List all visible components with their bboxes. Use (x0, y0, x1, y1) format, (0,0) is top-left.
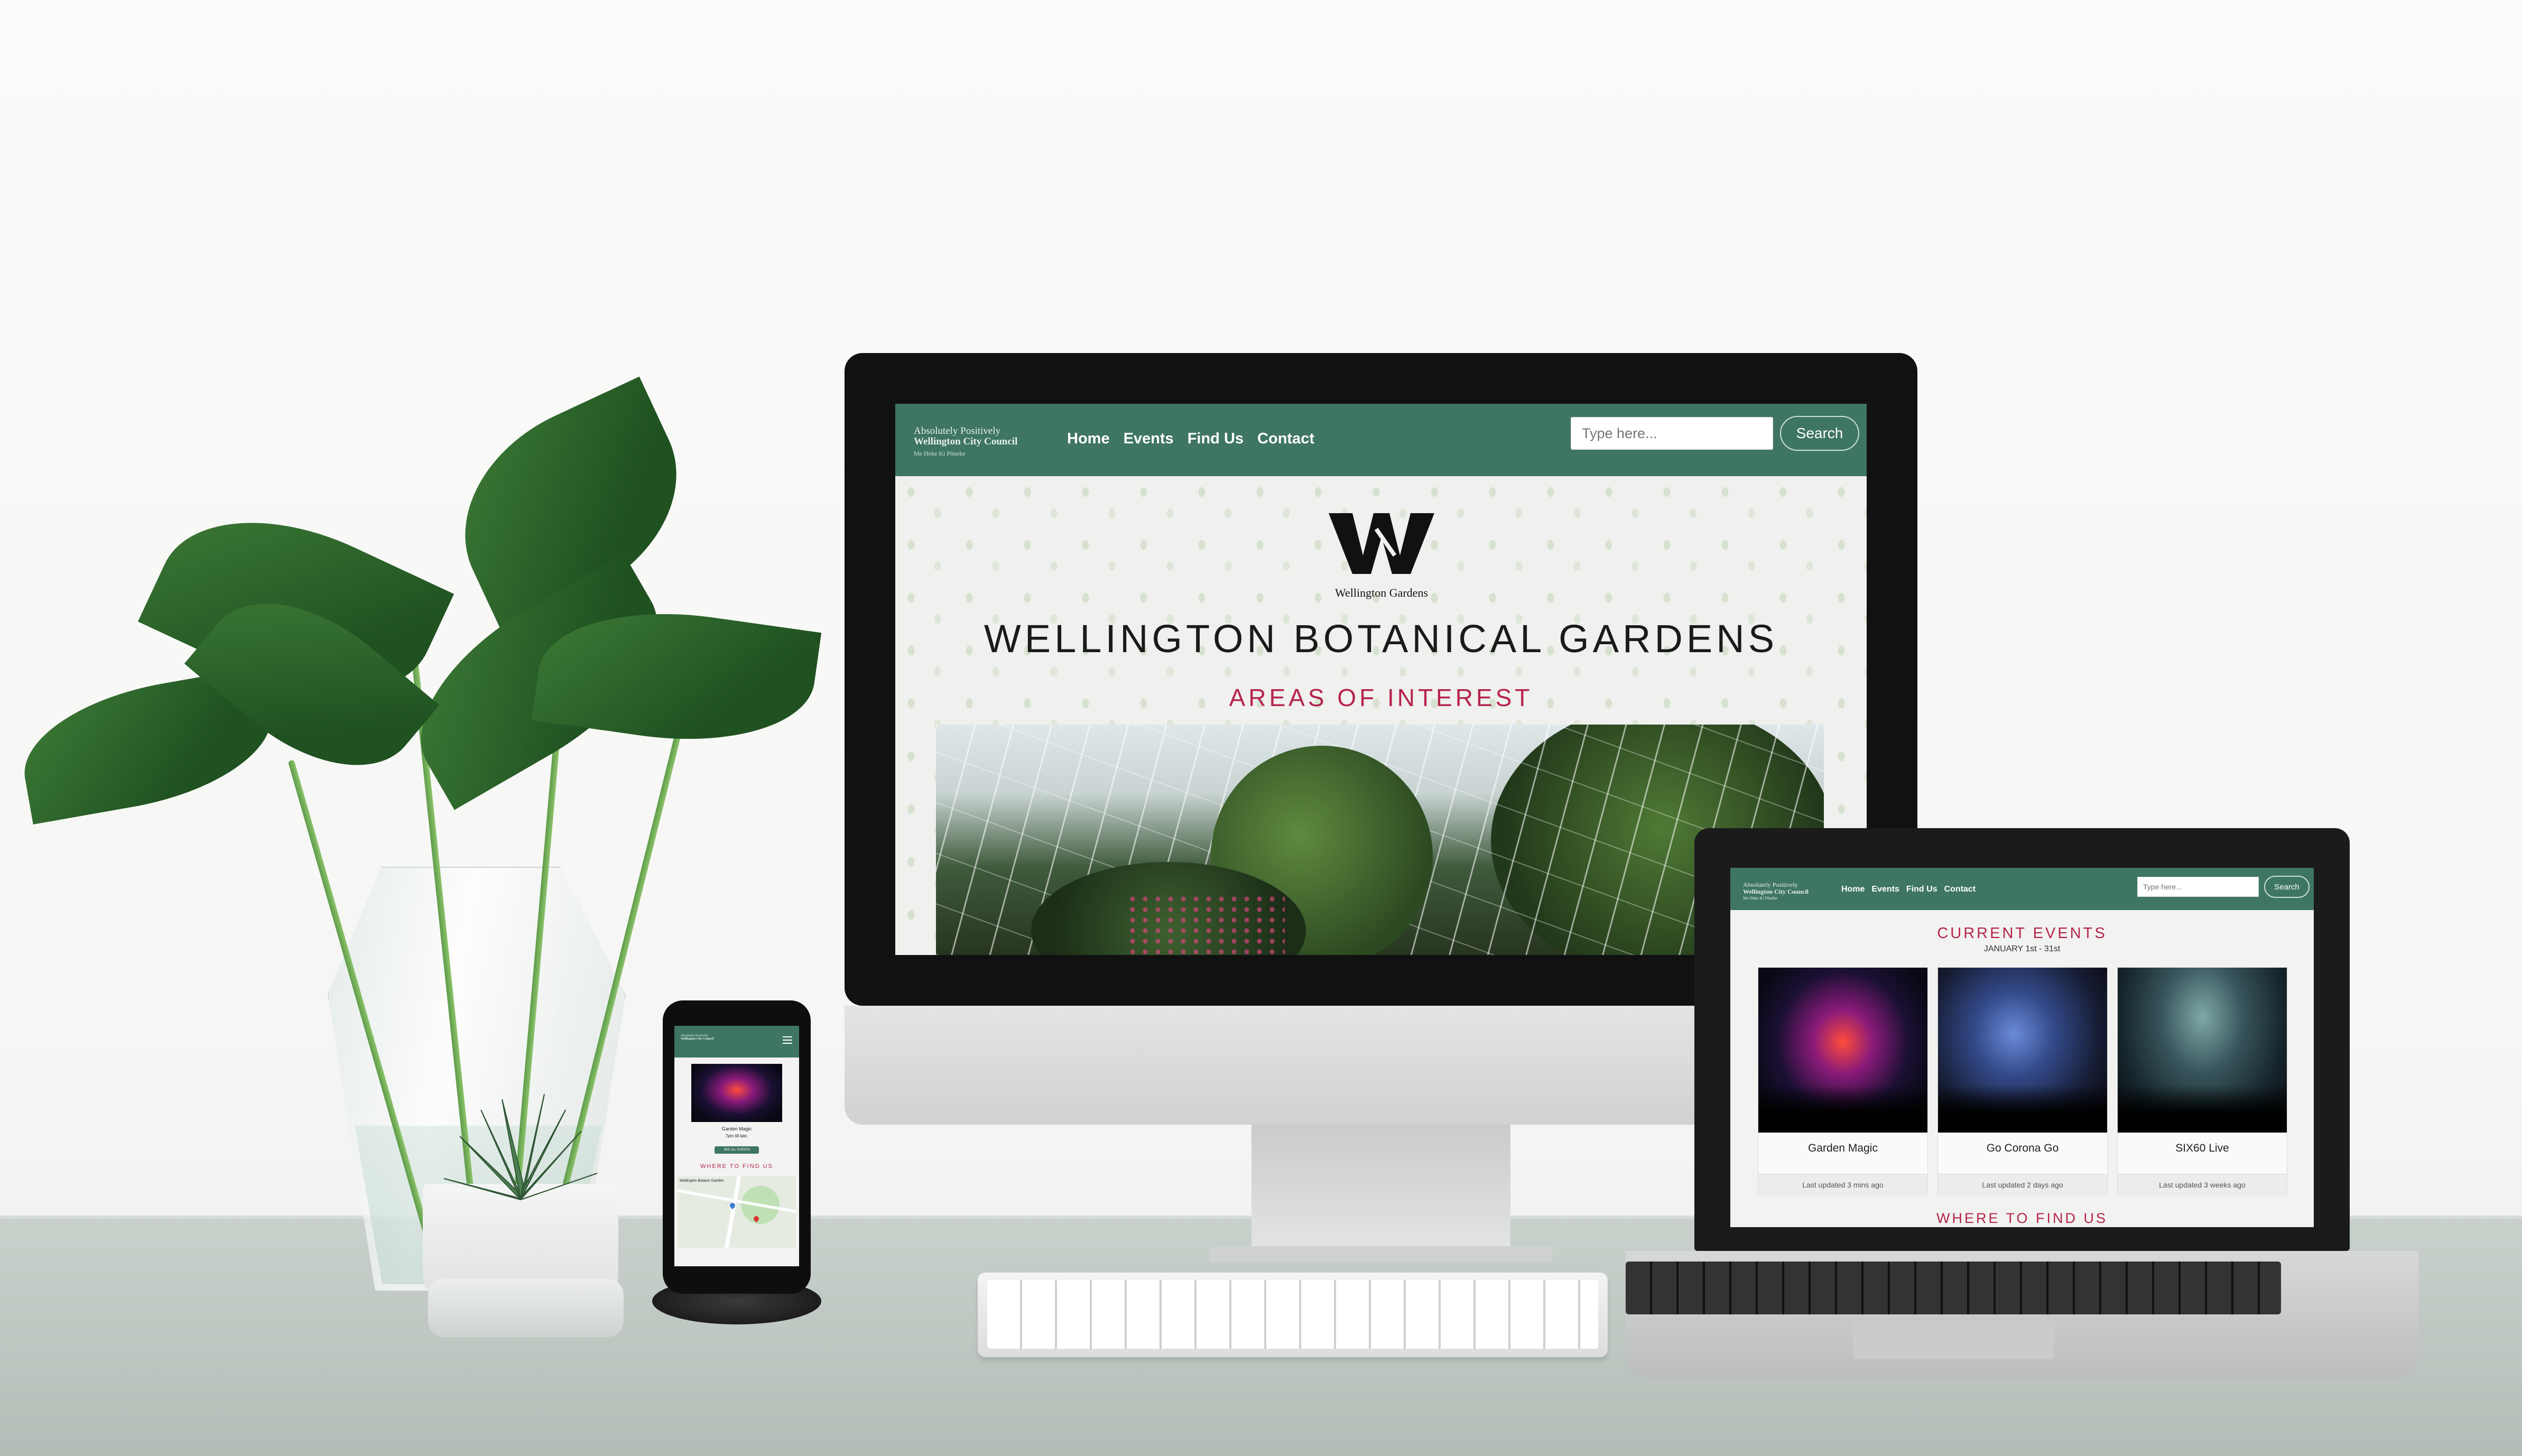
phone-site-header: Absolutely Positively Wellington City Co… (674, 1026, 799, 1058)
search-button[interactable]: Search (1780, 416, 1859, 451)
council-line3: Me Heke Ki Pōneke (914, 449, 966, 457)
nav-find-us[interactable]: Find Us (1906, 885, 1937, 894)
event-name: Garden Magic (1808, 1142, 1878, 1154)
laptop-main-nav: Home Events Find Us Contact (1841, 885, 1976, 894)
event-card[interactable]: Garden Magic Last updated 3 mins ago (1758, 967, 1928, 1195)
event-image (691, 1064, 782, 1122)
nav-contact[interactable]: Contact (1257, 430, 1314, 448)
site-header: Absolutely Positively Wellington City Co… (895, 404, 1867, 476)
laptop-search-input[interactable] (2137, 877, 2259, 897)
see-all-events-button[interactable]: SEE ALL EVENTS (715, 1146, 759, 1154)
event-card[interactable]: SIX60 Live Last updated 3 weeks ago (2117, 967, 2287, 1195)
event-image (1938, 968, 2107, 1133)
main-nav: Home Events Find Us Contact (1067, 430, 1314, 448)
event-time: 7pm till late. (725, 1134, 748, 1138)
event-name: SIX60 Live (2175, 1142, 2229, 1154)
laptop-search-button[interactable]: Search (2264, 876, 2310, 898)
page-title: WELLINGTON BOTANICAL GARDENS (984, 617, 1778, 661)
event-updated: Last updated 3 weeks ago (2118, 1174, 2287, 1195)
laptop-trackpad (1853, 1322, 2054, 1359)
where-heading: WHERE TO FIND US (700, 1163, 773, 1170)
council-line1: Absolutely Positively (914, 425, 1001, 437)
laptop: Absolutely Positively Wellington City Co… (1626, 828, 2469, 1380)
smartphone: Absolutely Positively Wellington City Co… (663, 1000, 811, 1294)
laptop-screen: Absolutely Positively Wellington City Co… (1730, 868, 2314, 1227)
nav-find-us[interactable]: Find Us (1188, 430, 1244, 448)
crowd-silhouette (1758, 1085, 1927, 1133)
current-events-heading: CURRENT EVENTS (1937, 925, 2107, 942)
pot-saucer (428, 1279, 624, 1337)
event-updated: Last updated 3 mins ago (1758, 1174, 1927, 1195)
photo-flowers (1126, 894, 1285, 955)
map-label: Wellington Botanic Garden (680, 1179, 724, 1183)
succulent-plant (443, 1093, 598, 1200)
crowd-silhouette (1938, 1085, 2107, 1133)
laptop-base (1626, 1251, 2418, 1378)
event-name: Garden Magic (721, 1126, 752, 1132)
logo-caption: Wellington Gardens (1334, 586, 1429, 599)
nav-home[interactable]: Home (1841, 885, 1865, 894)
council-logo[interactable]: Absolutely Positively Wellington City Co… (914, 426, 1017, 457)
event-image (1758, 968, 1927, 1133)
council-line2: Wellington City Council (681, 1037, 714, 1041)
council-line2: Wellington City Council (914, 435, 1018, 447)
location-map[interactable] (678, 1176, 796, 1248)
nav-home[interactable]: Home (1067, 430, 1110, 448)
monitor-stand (1251, 1125, 1510, 1246)
event-name: Go Corona Go (1986, 1142, 2059, 1154)
where-heading: WHERE TO FIND US (1936, 1210, 2108, 1226)
council-line2: Wellington City Council (1743, 887, 1809, 895)
monitor-foot (1209, 1246, 1553, 1262)
section-heading: AREAS OF INTEREST (1229, 684, 1533, 711)
laptop-site-header: Absolutely Positively Wellington City Co… (1730, 868, 2314, 910)
search-input[interactable] (1571, 417, 1773, 450)
phone-screen: Absolutely Positively Wellington City Co… (674, 1026, 799, 1266)
wellington-gardens-logo-icon (1329, 513, 1434, 574)
events-dates: JANUARY 1st - 31st (1983, 944, 2061, 953)
nav-events[interactable]: Events (1124, 430, 1174, 448)
nav-events[interactable]: Events (1871, 885, 1899, 894)
keyboard-keys (987, 1280, 1598, 1349)
keyboard (978, 1273, 1608, 1357)
event-image (2118, 968, 2287, 1133)
laptop-keyboard (1626, 1262, 2281, 1314)
phone-council-logo[interactable]: Absolutely Positively Wellington City Co… (681, 1034, 713, 1041)
hamburger-menu-icon[interactable] (783, 1036, 792, 1044)
event-updated: Last updated 2 days ago (1938, 1174, 2107, 1195)
greenhouse-photo (936, 725, 1824, 955)
laptop-council-logo[interactable]: Absolutely Positively Wellington City Co… (1743, 882, 1809, 901)
event-card[interactable]: Go Corona Go Last updated 2 days ago (1937, 967, 2108, 1195)
council-line1: Absolutely Positively (1743, 881, 1798, 888)
council-line3: Me Heke Ki Pōneke (1743, 896, 1778, 901)
nav-contact[interactable]: Contact (1944, 885, 1976, 894)
crowd-silhouette (2118, 1085, 2287, 1133)
